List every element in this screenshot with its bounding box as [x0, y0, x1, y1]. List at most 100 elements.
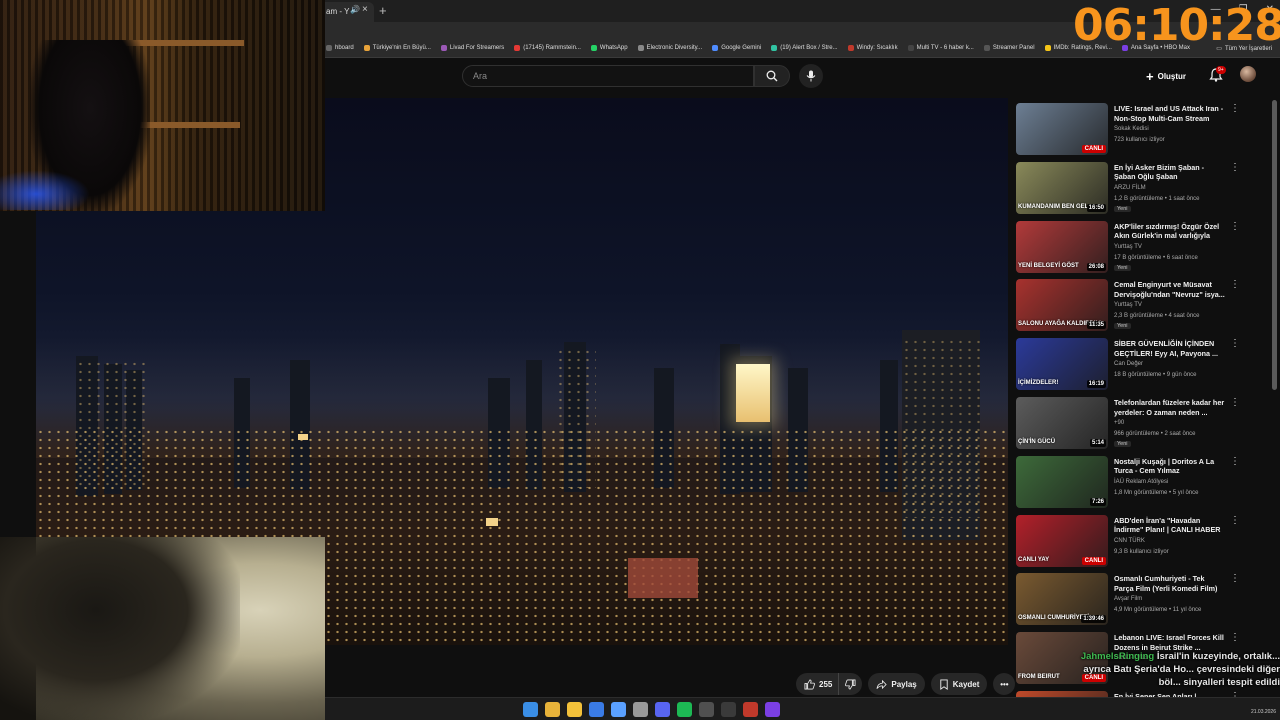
channel-name[interactable]: Yurttaş TV — [1114, 302, 1142, 308]
taskbar-date: 21.03.2026 — [1250, 709, 1276, 715]
channel-name[interactable]: Sokak Kedisi — [1114, 126, 1149, 132]
dislike-button[interactable] — [838, 673, 863, 695]
recommended-video[interactable]: SALONU AYAĞA KALDIRDILI 11:35 Cemal Enginy… — [1016, 277, 1244, 333]
bookmark-item[interactable]: (17145) Rammstein... — [514, 45, 581, 51]
channel-name[interactable]: Yurttaş TV — [1114, 244, 1142, 250]
bookmark-item[interactable]: WhatsApp — [590, 45, 628, 51]
bookmark-label: Windy: Sıcaklık — [856, 45, 898, 51]
bookmark-item[interactable]: Electronic Diversity... — [637, 45, 703, 51]
video-meta: 4,9 Mn görüntüleme • 11 yıl önce — [1114, 607, 1202, 614]
avatar[interactable] — [1240, 66, 1256, 82]
app-icon-6[interactable] — [765, 702, 780, 717]
thumbnail-caption: YENİ BELGEYİ GÖST — [1018, 262, 1079, 269]
search-input[interactable]: Ara — [462, 65, 754, 87]
search-button[interactable] — [754, 65, 790, 87]
close-tab-icon[interactable]: × — [362, 4, 368, 15]
video-meta: 18 B görüntüleme • 9 gün önce — [1114, 372, 1197, 379]
windows-start-icon[interactable] — [523, 702, 538, 717]
spotify-icon[interactable] — [677, 702, 692, 717]
more-options-icon[interactable]: ⋮ — [1230, 221, 1240, 232]
bookmark-label: Google Gemini — [721, 45, 762, 51]
recommended-video[interactable]: OSMANLI CUMHURİYETİ 1:39:46 Osmanlı Cumhur… — [1016, 571, 1244, 627]
video-thumbnail[interactable]: ÇİN'İN GÜCÜ 5:14 — [1016, 397, 1108, 449]
video-title[interactable]: Nostalji Kuşağı | Doritos A La Turca - C… — [1114, 457, 1226, 476]
bookmark-favicon-icon — [847, 45, 854, 51]
more-options-icon[interactable]: ⋮ — [1230, 515, 1240, 526]
discord-icon[interactable] — [655, 702, 670, 717]
more-options-icon[interactable]: ⋮ — [1230, 103, 1240, 114]
channel-name[interactable]: CNN TÜRK — [1114, 538, 1145, 544]
app-icon-2[interactable] — [611, 702, 626, 717]
new-tab-icon[interactable]: + — [379, 3, 387, 18]
more-options-icon[interactable]: ⋮ — [1230, 397, 1240, 408]
channel-name[interactable]: Avşar Film — [1114, 596, 1142, 602]
obs-icon[interactable] — [699, 702, 714, 717]
video-title[interactable]: Telefonlardan füzelere kadar her yerdele… — [1114, 398, 1226, 417]
chrome-icon[interactable] — [545, 702, 560, 717]
video-thumbnail[interactable]: CANLI YAY CANLI — [1016, 514, 1108, 567]
video-thumbnail[interactable]: CANLI — [1016, 103, 1108, 155]
recommended-video[interactable]: YENİ BELGEYİ GÖST 26:08 AKP'liler sızdırmı… — [1016, 219, 1244, 275]
video-title[interactable]: ABD'den İran'a "Havadan İndirme" Planı! … — [1114, 516, 1226, 535]
recommended-video[interactable]: CANLI YAY CANLI ABD'den İran'a "Havadan İn… — [1016, 513, 1244, 569]
video-thumbnail[interactable]: İÇİMİZDELER! 16:19 — [1016, 338, 1108, 391]
bookmark-item[interactable]: hboard — [326, 45, 354, 51]
more-options-icon[interactable]: ⋮ — [1230, 456, 1240, 467]
bookmark-item[interactable]: Multi TV - 6 haber k... — [907, 45, 974, 51]
bookmark-favicon-icon — [1044, 45, 1051, 51]
notification-badge: 9+ — [1216, 66, 1226, 74]
speaker-icon[interactable]: 🔊 — [350, 5, 360, 14]
video-thumbnail[interactable]: SALONU AYAĞA KALDIRDILI 11:35 — [1016, 279, 1108, 332]
bookmark-item[interactable]: Streamer Panel — [983, 45, 1035, 51]
channel-name[interactable]: Can Değer — [1114, 361, 1143, 367]
video-title[interactable]: LIVE: Israel and US Attack Iran - Non-St… — [1114, 104, 1226, 123]
save-button[interactable]: Kaydet — [930, 673, 988, 695]
blue-light — [0, 170, 90, 210]
bookmark-label: (17145) Rammstein... — [523, 45, 581, 51]
more-options-icon[interactable]: ⋮ — [1230, 573, 1240, 584]
bookmark-item[interactable]: Türkiye'nin En Büyü... — [363, 45, 431, 51]
recommended-video[interactable]: İÇİMİZDELER! 16:19 SİBER GÜVENLİĞİN İÇİNDE… — [1016, 336, 1244, 392]
video-title[interactable]: AKP'liler sızdırmış! Özgür Özel Akın Gür… — [1114, 222, 1226, 242]
duration-badge: 7:26 — [1089, 497, 1106, 506]
more-options-icon[interactable]: ⋮ — [1230, 162, 1240, 173]
create-button[interactable]: + Oluştur — [1146, 67, 1186, 85]
bookmark-item[interactable]: (19) Alert Box / Stre... — [771, 45, 838, 51]
bookmark-favicon-icon — [326, 45, 332, 51]
video-thumbnail[interactable]: KUMANDANIM BEN GEL 16:50 — [1016, 161, 1108, 214]
app-icon-3[interactable] — [633, 702, 648, 717]
video-title[interactable]: Cemal Enginyurt ve Müsavat Dervişoğlu'nd… — [1114, 280, 1226, 299]
more-options-icon[interactable]: ⋮ — [1230, 338, 1240, 349]
video-thumbnail[interactable]: OSMANLI CUMHURİYETİ 1:39:46 — [1016, 573, 1108, 626]
video-thumbnail[interactable]: YENİ BELGEYİ GÖST 26:08 — [1016, 220, 1108, 273]
bookmark-item[interactable]: Google Gemini — [712, 45, 761, 51]
duration-badge: 5:14 — [1089, 439, 1106, 447]
search-icon — [766, 70, 778, 82]
more-options-icon[interactable]: ⋮ — [1230, 279, 1240, 290]
channel-name[interactable]: İAÜ Reklam Atölyesi — [1114, 479, 1168, 485]
folder-icon[interactable] — [567, 702, 582, 717]
channel-name[interactable]: +90 — [1114, 420, 1124, 426]
like-button[interactable]: 255 — [796, 673, 839, 695]
more-options-icon[interactable]: ⋮ — [1230, 632, 1240, 643]
app-icon-4[interactable] — [721, 702, 736, 717]
video-title[interactable]: En İyi Asker Bizim Şaban - Şaban Oğlu Şa… — [1114, 163, 1226, 182]
recommended-video[interactable]: KUMANDANIM BEN GEL 16:50 En İyi Asker Bizi… — [1016, 160, 1244, 216]
app-icon-5[interactable] — [743, 702, 758, 717]
video-title[interactable]: SİBER GÜVENLİĞİN İÇİNDEN GEÇTİLER! Eyy A… — [1114, 339, 1226, 358]
video-title[interactable]: Osmanlı Cumhuriyeti - Tek Parça Film (Ye… — [1114, 574, 1226, 593]
app-icon-1[interactable] — [589, 702, 604, 717]
scrollbar[interactable] — [1272, 100, 1277, 390]
recommended-video[interactable]: CANLI LIVE: Israel and US Attack Iran - N… — [1016, 101, 1244, 157]
more-actions-button[interactable]: ••• — [993, 673, 1016, 695]
voice-search-button[interactable] — [799, 64, 823, 88]
recommended-video[interactable]: 7:26 Nostalji Kuşağı | Doritos A La Turca… — [1016, 454, 1244, 510]
bookmark-label: Electronic Diversity... — [646, 45, 703, 51]
thumbnail-caption: İÇİMİZDELER! — [1018, 380, 1059, 387]
bookmark-item[interactable]: Windy: Sıcaklık — [847, 45, 898, 51]
recommended-video[interactable]: ÇİN'İN GÜCÜ 5:14 Telefonlardan füzelere ka… — [1016, 395, 1244, 451]
share-button[interactable]: Paylaş — [868, 673, 925, 695]
channel-name[interactable]: ARZU FİLM — [1114, 185, 1146, 191]
video-thumbnail[interactable]: 7:26 — [1016, 455, 1108, 508]
bookmark-item[interactable]: Livad For Streamers — [440, 45, 504, 51]
